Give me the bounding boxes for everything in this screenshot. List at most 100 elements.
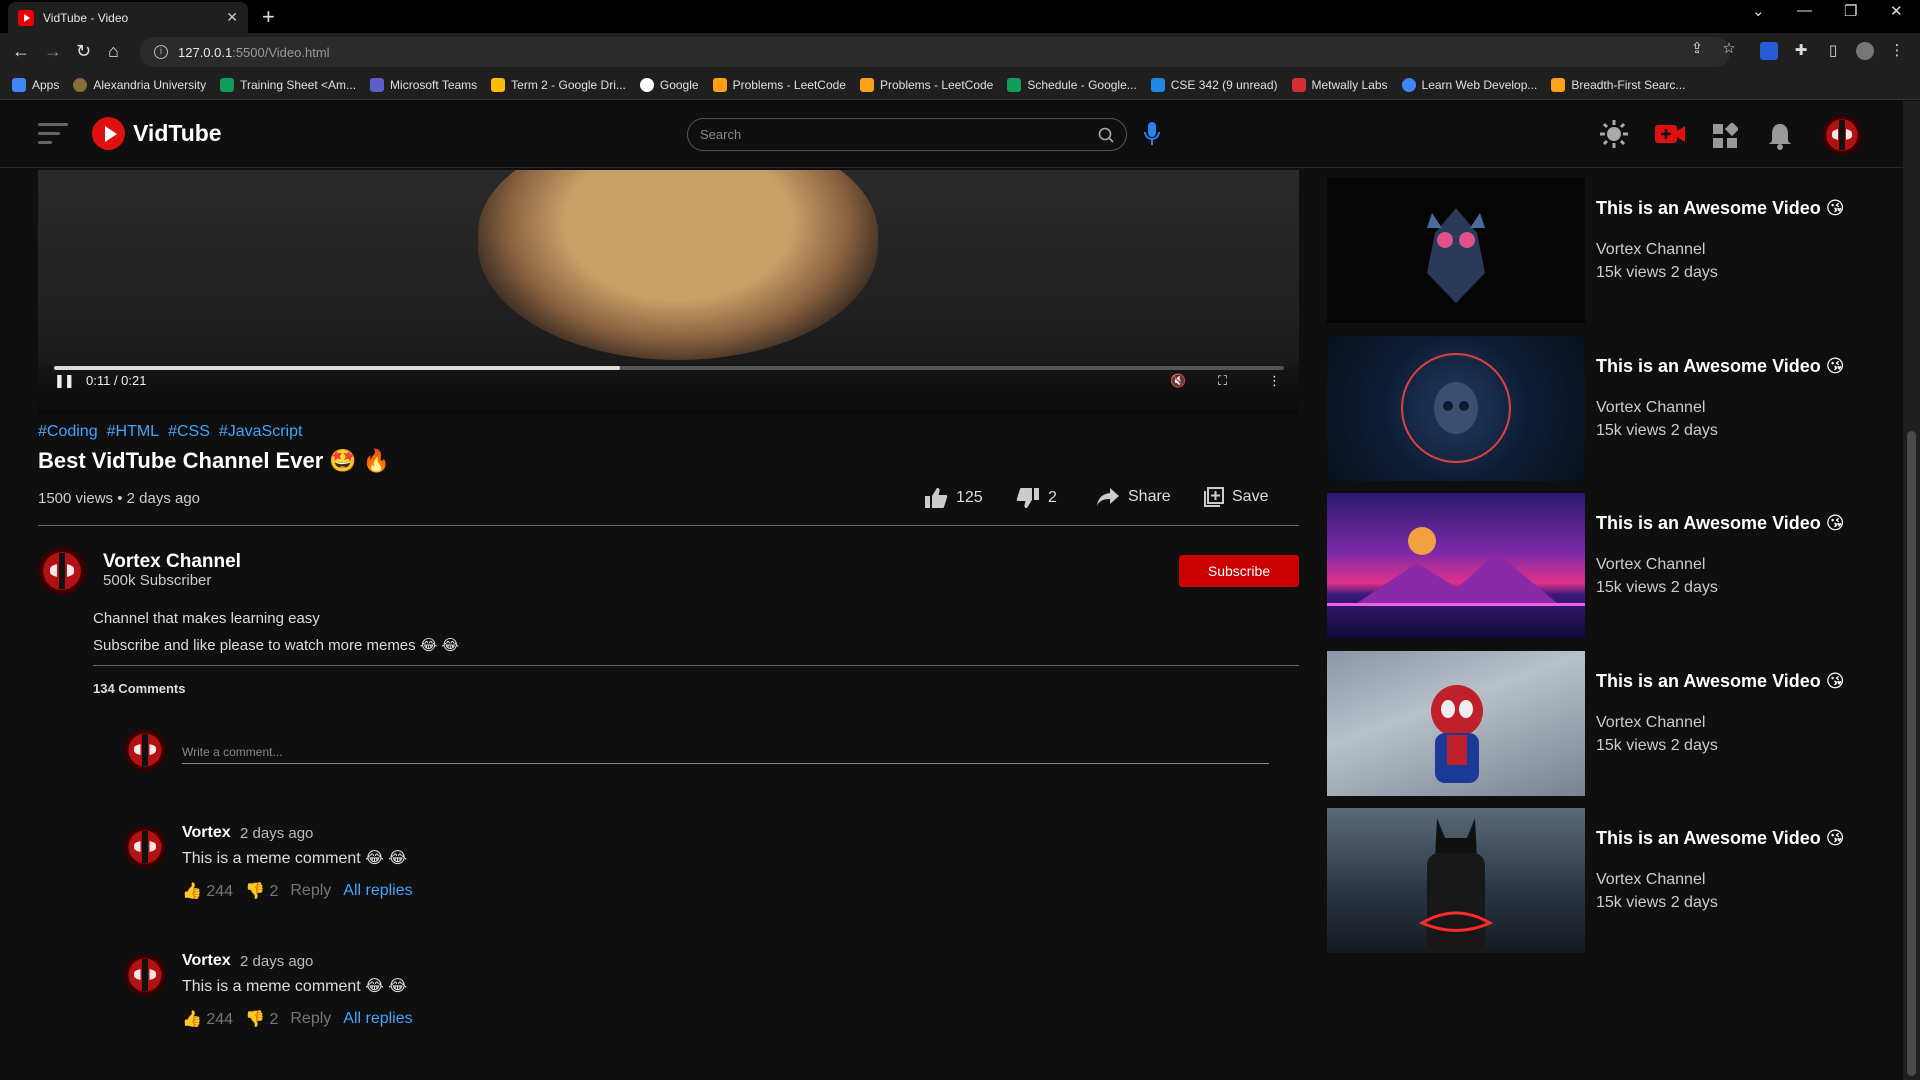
fullscreen-icon[interactable]: ⛶ [1218, 373, 1227, 389]
notifications-bell-icon[interactable] [1768, 122, 1792, 150]
hamburger-menu-icon[interactable] [38, 123, 68, 145]
tag-link[interactable]: #JavaScript [219, 423, 303, 441]
bookmark-star-icon[interactable]: ☆ [1720, 40, 1738, 58]
reply-button[interactable]: Reply [290, 882, 331, 900]
bookmark-item[interactable]: Apps [12, 78, 59, 92]
player-more-icon[interactable]: ⋮ [1268, 373, 1281, 389]
comment-actions: 👍 244 👎 2 Reply All replies [182, 881, 413, 901]
comment-author[interactable]: Vortex [182, 824, 231, 842]
minimize-icon[interactable]: — [1797, 2, 1812, 19]
video-thumbnail[interactable] [1327, 178, 1585, 323]
recommended-video[interactable]: This is an Awesome Video 😘 Vortex Channe… [1327, 178, 1845, 323]
user-avatar[interactable] [1822, 115, 1862, 155]
tag-link[interactable]: #HTML [107, 423, 159, 441]
mute-icon[interactable]: 🔇 [1170, 373, 1186, 389]
comment-avatar[interactable] [124, 826, 166, 868]
video-thumbnail[interactable] [1327, 336, 1585, 481]
video-player[interactable]: ❚❚ 0:11 / 0:21 🔇 ⛶ ⋮ [38, 170, 1299, 415]
bookmark-item[interactable]: Google [639, 78, 699, 92]
bookmark-label: Alexandria University [93, 78, 207, 92]
theme-toggle-sun-icon[interactable] [1599, 119, 1629, 149]
recommended-title[interactable]: This is an Awesome Video 😘 [1596, 198, 1845, 219]
scrollbar-thumb[interactable] [1907, 431, 1916, 1076]
all-replies-link[interactable]: All replies [343, 1010, 412, 1028]
profile-avatar-icon[interactable] [1856, 42, 1874, 60]
tab-close-icon[interactable]: ✕ [226, 9, 238, 26]
bookmark-item[interactable]: Metwally Labs [1291, 78, 1388, 92]
search-icon[interactable] [1098, 127, 1114, 143]
recommended-channel[interactable]: Vortex Channel [1596, 241, 1705, 259]
comment-dislike-button[interactable]: 👎 2 [245, 881, 278, 901]
reply-button[interactable]: Reply [290, 1010, 331, 1028]
apps-grid-icon[interactable] [1712, 123, 1738, 149]
tag-link[interactable]: #Coding [38, 423, 98, 441]
recommended-video[interactable]: This is an Awesome Video 😘 Vortex Channe… [1327, 651, 1845, 796]
side-panel-icon[interactable]: ▯ [1824, 42, 1842, 60]
tag-link[interactable]: #CSS [168, 423, 210, 441]
bookmark-item[interactable]: Schedule - Google... [1007, 78, 1137, 92]
comment-input[interactable] [182, 741, 1269, 764]
bookmark-item[interactable]: Microsoft Teams [370, 78, 477, 92]
like-button[interactable]: 125 [924, 487, 983, 509]
recommended-channel[interactable]: Vortex Channel [1596, 714, 1705, 732]
share-page-icon[interactable]: ⇪ [1688, 40, 1706, 58]
subscribe-button[interactable]: Subscribe [1179, 555, 1299, 587]
recommended-title[interactable]: This is an Awesome Video 😘 [1596, 671, 1845, 692]
bookmark-item[interactable]: Alexandria University [73, 78, 206, 92]
share-button[interactable]: Share [1096, 487, 1171, 507]
save-button[interactable]: Save [1204, 487, 1268, 507]
vidtube-logo[interactable]: VidTube [92, 117, 222, 150]
bookmark-item[interactable]: Term 2 - Google Dri... [491, 78, 626, 92]
forward-icon[interactable]: → [44, 41, 62, 62]
channel-avatar[interactable] [38, 547, 86, 595]
bookmark-item[interactable]: Problems - LeetCode [859, 78, 993, 92]
pause-icon[interactable]: ❚❚ [54, 373, 75, 389]
reload-icon[interactable]: ↻ [76, 41, 91, 62]
video-frame[interactable] [38, 170, 1299, 365]
browser-tab[interactable]: VidTube - Video ✕ [8, 2, 248, 33]
extensions-puzzle-icon[interactable]: ✚ [1792, 42, 1810, 60]
site-info-icon[interactable]: i [154, 45, 168, 59]
all-replies-link[interactable]: All replies [343, 882, 412, 900]
translate-extension-icon[interactable] [1760, 42, 1778, 60]
comment-like-button[interactable]: 👍 244 [182, 881, 233, 901]
recommended-video[interactable]: This is an Awesome Video 😘 Vortex Channe… [1327, 336, 1845, 481]
restore-icon[interactable]: ❐ [1844, 2, 1857, 20]
comment-author[interactable]: Vortex [182, 952, 231, 970]
recommended-video[interactable]: This is an Awesome Video 😘 Vortex Channe… [1327, 808, 1845, 953]
bookmark-item[interactable]: CSE 342 (9 unread) [1150, 78, 1278, 92]
progress-bar[interactable] [54, 366, 1284, 370]
browser-menu-icon[interactable]: ⋮ [1888, 42, 1906, 60]
recommended-channel[interactable]: Vortex Channel [1596, 556, 1705, 574]
comment-dislike-button[interactable]: 👎 2 [245, 1009, 278, 1029]
video-thumbnail[interactable] [1327, 493, 1585, 638]
recommended-video[interactable]: This is an Awesome Video 😘 Vortex Channe… [1327, 493, 1845, 638]
dislike-button[interactable]: 2 [1016, 487, 1057, 509]
search-input[interactable] [700, 127, 1098, 142]
tab-search-icon[interactable]: ⌄ [1752, 2, 1765, 20]
new-tab-icon[interactable]: + [262, 4, 275, 30]
page-scrollbar[interactable] [1903, 101, 1920, 1080]
url-field[interactable]: i 127.0.0.1:5500/Video.html [140, 37, 1730, 67]
recommended-channel[interactable]: Vortex Channel [1596, 399, 1705, 417]
video-thumbnail[interactable] [1327, 651, 1585, 796]
back-icon[interactable]: ← [12, 41, 30, 62]
recommended-title[interactable]: This is an Awesome Video 😘 [1596, 356, 1845, 377]
upload-video-icon[interactable] [1654, 123, 1686, 145]
home-icon[interactable]: ⌂ [108, 41, 119, 62]
recommended-title[interactable]: This is an Awesome Video 😘 [1596, 828, 1845, 849]
recommended-title[interactable]: This is an Awesome Video 😘 [1596, 513, 1845, 534]
comment-like-button[interactable]: 👍 244 [182, 1009, 233, 1029]
channel-name[interactable]: Vortex Channel [103, 551, 241, 573]
bookmark-icon [370, 78, 385, 92]
microphone-icon[interactable] [1143, 121, 1161, 147]
bookmark-item[interactable]: Learn Web Develop... [1401, 78, 1537, 92]
bookmark-item[interactable]: Breadth-First Searc... [1551, 78, 1685, 92]
comment-avatar[interactable] [124, 954, 166, 996]
bookmark-item[interactable]: Training Sheet <Am... [220, 78, 356, 92]
window-close-icon[interactable]: ✕ [1890, 2, 1903, 20]
save-label: Save [1232, 488, 1269, 505]
recommended-channel[interactable]: Vortex Channel [1596, 871, 1705, 889]
bookmark-item[interactable]: Problems - LeetCode [712, 78, 846, 92]
video-thumbnail[interactable] [1327, 808, 1585, 953]
